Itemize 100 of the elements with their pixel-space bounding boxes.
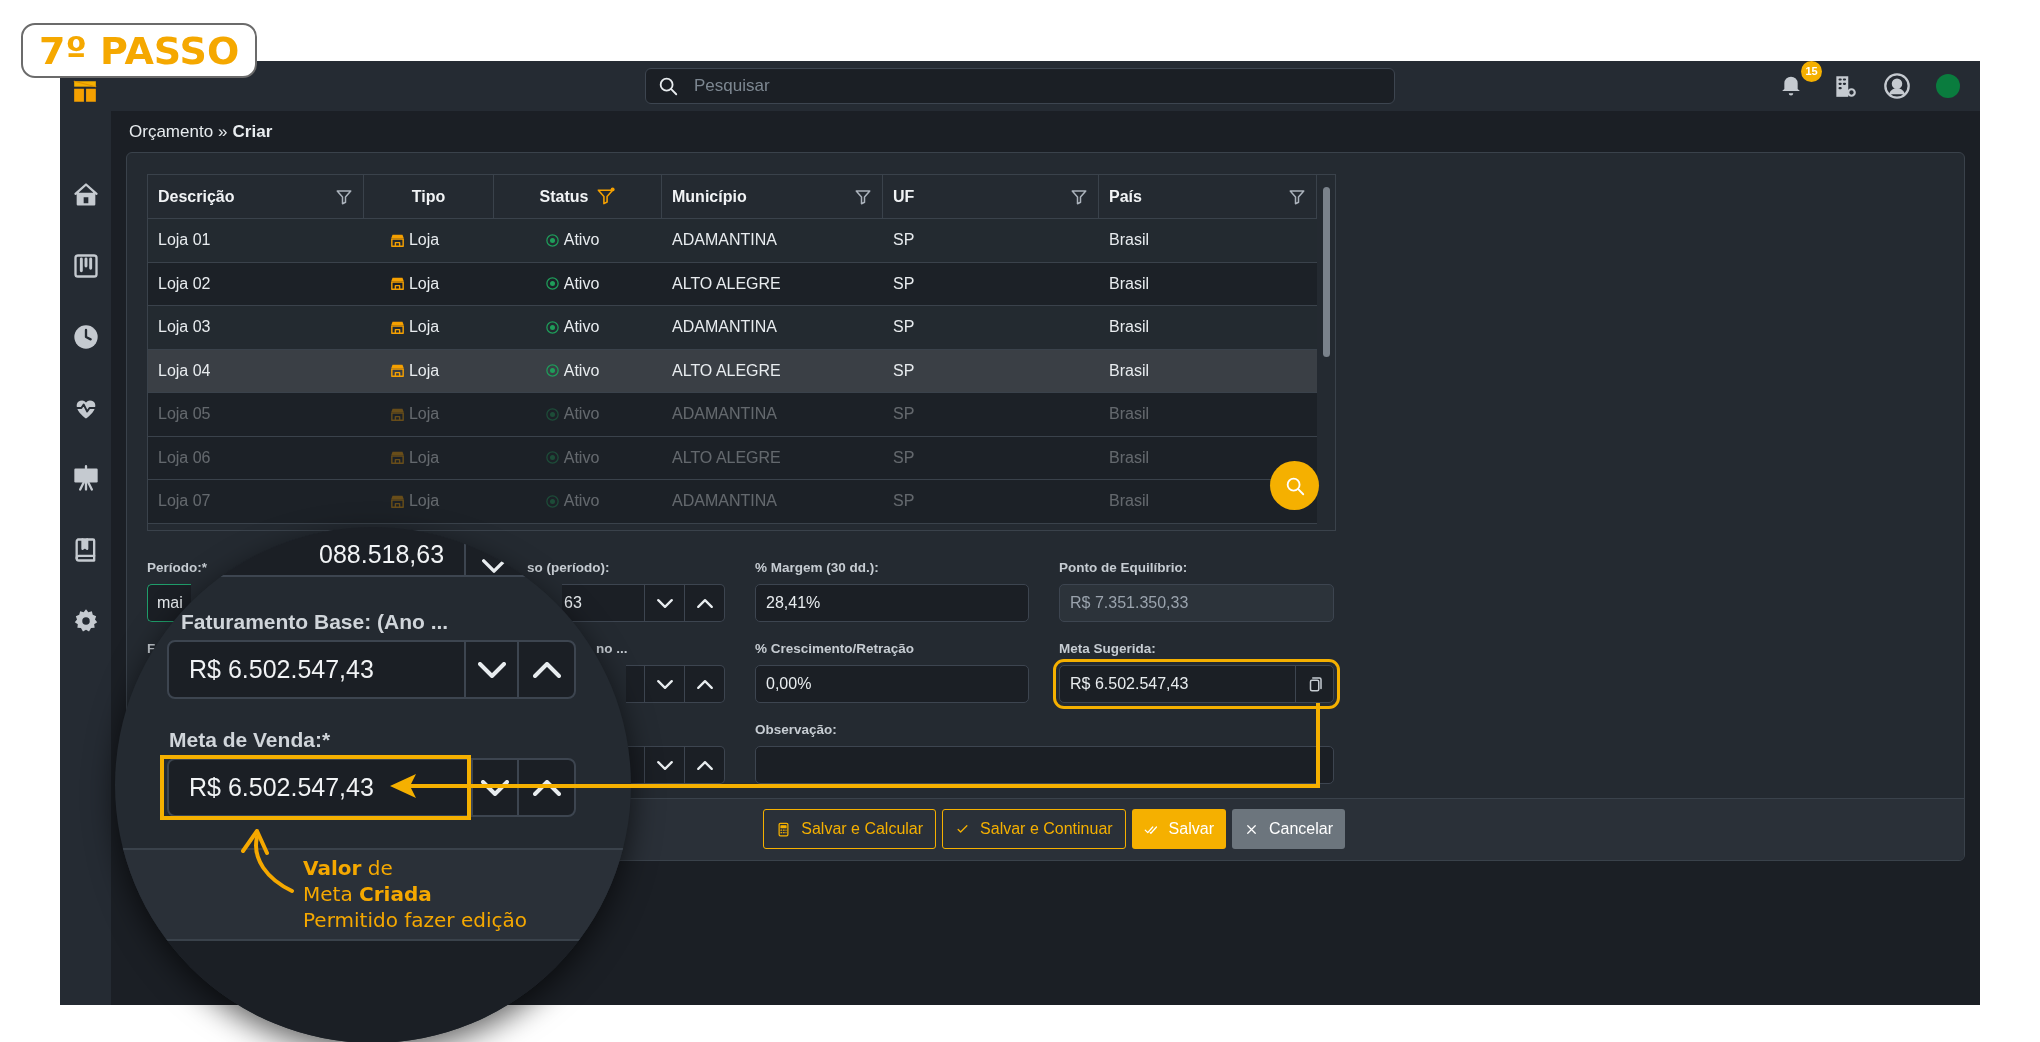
table-cell-text: Brasil — [1109, 404, 1149, 425]
chevron-down-icon — [481, 559, 506, 573]
table-cell-text: ADAMANTINA — [672, 317, 777, 338]
table-cell-text: Loja 03 — [158, 317, 211, 338]
store-icon — [388, 362, 406, 380]
field-label: % Margem (30 dd.): — [755, 559, 880, 576]
clock-icon[interactable] — [71, 323, 100, 351]
number-stepper[interactable]: 63 — [562, 584, 725, 622]
action-button[interactable]: Salvar e Calcular — [763, 809, 937, 849]
column-header[interactable]: Status — [494, 175, 662, 218]
status-icon — [544, 450, 560, 466]
column-header[interactable]: Município — [662, 175, 883, 218]
table-cell-text: Brasil — [1109, 317, 1149, 338]
text-field[interactable] — [755, 746, 1334, 784]
table-cell-text: SP — [893, 230, 915, 251]
column-header[interactable]: UF — [883, 175, 1099, 218]
filter-icon[interactable] — [854, 187, 872, 206]
number-field[interactable]: R$ 6.502.547,43 — [160, 755, 471, 820]
status-icon — [544, 363, 560, 379]
column-header[interactable]: Tipo — [364, 175, 494, 218]
table-cell-text: Loja — [408, 447, 440, 468]
field-label: no ... — [596, 640, 628, 657]
status-icon — [544, 232, 560, 248]
table-cell-text: ALTO ALEGRE — [672, 447, 781, 468]
table-cell-text: Ativo — [563, 273, 600, 294]
field-label: so (período): — [527, 559, 610, 576]
table-row[interactable]: Loja 04 Loja Ativo ALTO ALEGRE SP Brasil — [148, 349, 1317, 393]
table-cell-text: ALTO ALEGRE — [672, 360, 781, 381]
breadcrumb-link[interactable]: Orçamento — [129, 118, 214, 145]
filter-active-icon[interactable] — [596, 187, 616, 206]
number-field[interactable]: 088.518,63 — [319, 539, 445, 569]
field-label: % Crescimento/Retração — [755, 640, 916, 657]
filter-icon[interactable] — [1070, 187, 1088, 206]
table-cell-text: SP — [893, 273, 915, 294]
field-label: Período:* — [147, 559, 208, 576]
column-header[interactable]: Descrição — [148, 175, 364, 218]
chevron-down-icon — [481, 779, 509, 796]
field-label: F — [147, 640, 157, 657]
board-icon[interactable] — [71, 252, 100, 280]
number-stepper[interactable] — [626, 665, 725, 703]
table-cell-text: Loja 05 — [158, 404, 211, 425]
table-cell-text: Ativo — [563, 230, 600, 251]
search-field[interactable]: Pesquisar — [645, 68, 1395, 104]
chevron-down-icon — [656, 679, 673, 689]
table-cell-text: Brasil — [1109, 360, 1149, 381]
table-cell-text: SP — [893, 404, 915, 425]
chevron-up-icon — [532, 779, 561, 796]
table-cell-text: Loja — [408, 404, 440, 425]
search-icon — [657, 75, 679, 97]
table-cell-text: Loja — [408, 360, 440, 381]
notification-badge: 15 — [1801, 61, 1822, 82]
table-row[interactable]: Loja 02 Loja Ativo ALTO ALEGRE SP Brasil — [148, 262, 1317, 306]
home-icon[interactable] — [71, 181, 100, 209]
field-label: Ponto de Equilíbrio: — [1059, 559, 1189, 576]
chevron-up-icon — [696, 598, 713, 608]
status-icon — [544, 319, 560, 335]
table-cell-text: ADAMANTINA — [672, 404, 777, 425]
table-cell-text: ALTO ALEGRE — [672, 273, 781, 294]
field-label: Meta de Venda:* — [169, 727, 331, 753]
annotation-text: Valor de Meta Criada Permitido fazer edição — [303, 855, 527, 933]
action-button[interactable]: Cancelar — [1231, 809, 1345, 849]
table-cell-text: Brasil — [1109, 491, 1149, 512]
field-label: Observação: — [755, 721, 838, 738]
user-icon[interactable] — [1883, 72, 1911, 100]
action-button[interactable]: Salvar e Continuar — [942, 809, 1126, 849]
table-cell-text: Ativo — [563, 404, 600, 425]
table-cell-text: ADAMANTINA — [672, 491, 777, 512]
input-field[interactable]: 28,41% — [755, 584, 1029, 622]
breadcrumb-separator: » — [218, 120, 228, 143]
table-cell-text: SP — [893, 317, 915, 338]
table-cell-text: SP — [893, 360, 915, 381]
table-cell-text: Loja 07 — [158, 491, 211, 512]
table-cell-text: Loja 06 — [158, 447, 211, 468]
table-cell-text: Loja — [408, 491, 440, 512]
breadcrumb-current: Criar — [232, 120, 273, 143]
calculator-icon — [776, 821, 792, 837]
step-badge: 7º PASSO — [21, 23, 258, 78]
table-cell-text: Loja — [408, 273, 440, 294]
table-cell-text: Brasil — [1109, 230, 1149, 251]
chevron-up-icon — [696, 679, 713, 689]
chevron-up-icon — [696, 760, 713, 770]
filter-icon[interactable] — [1288, 187, 1306, 206]
status-icon — [544, 276, 560, 292]
filter-icon[interactable] — [335, 187, 353, 206]
table-cell-text: Loja — [408, 230, 440, 251]
logo-icon[interactable] — [72, 78, 98, 104]
table-cell-text: SP — [893, 491, 915, 512]
input-field[interactable]: 0,00% — [755, 665, 1029, 703]
table-cell-text: Brasil — [1109, 447, 1149, 468]
field-label: Meta Sugerida: — [1059, 640, 1157, 657]
table-cell-text: Loja — [408, 317, 440, 338]
chevron-down-icon — [656, 598, 673, 608]
chevron-down-icon — [656, 760, 673, 770]
number-stepper[interactable] — [626, 746, 725, 784]
table-cell-text: Ativo — [563, 360, 600, 381]
store-icon — [388, 275, 406, 293]
table-cell-text: Ativo — [563, 491, 600, 512]
table-cell-text: SP — [893, 447, 915, 468]
store-icon — [388, 449, 406, 467]
easel-icon[interactable] — [71, 465, 100, 493]
